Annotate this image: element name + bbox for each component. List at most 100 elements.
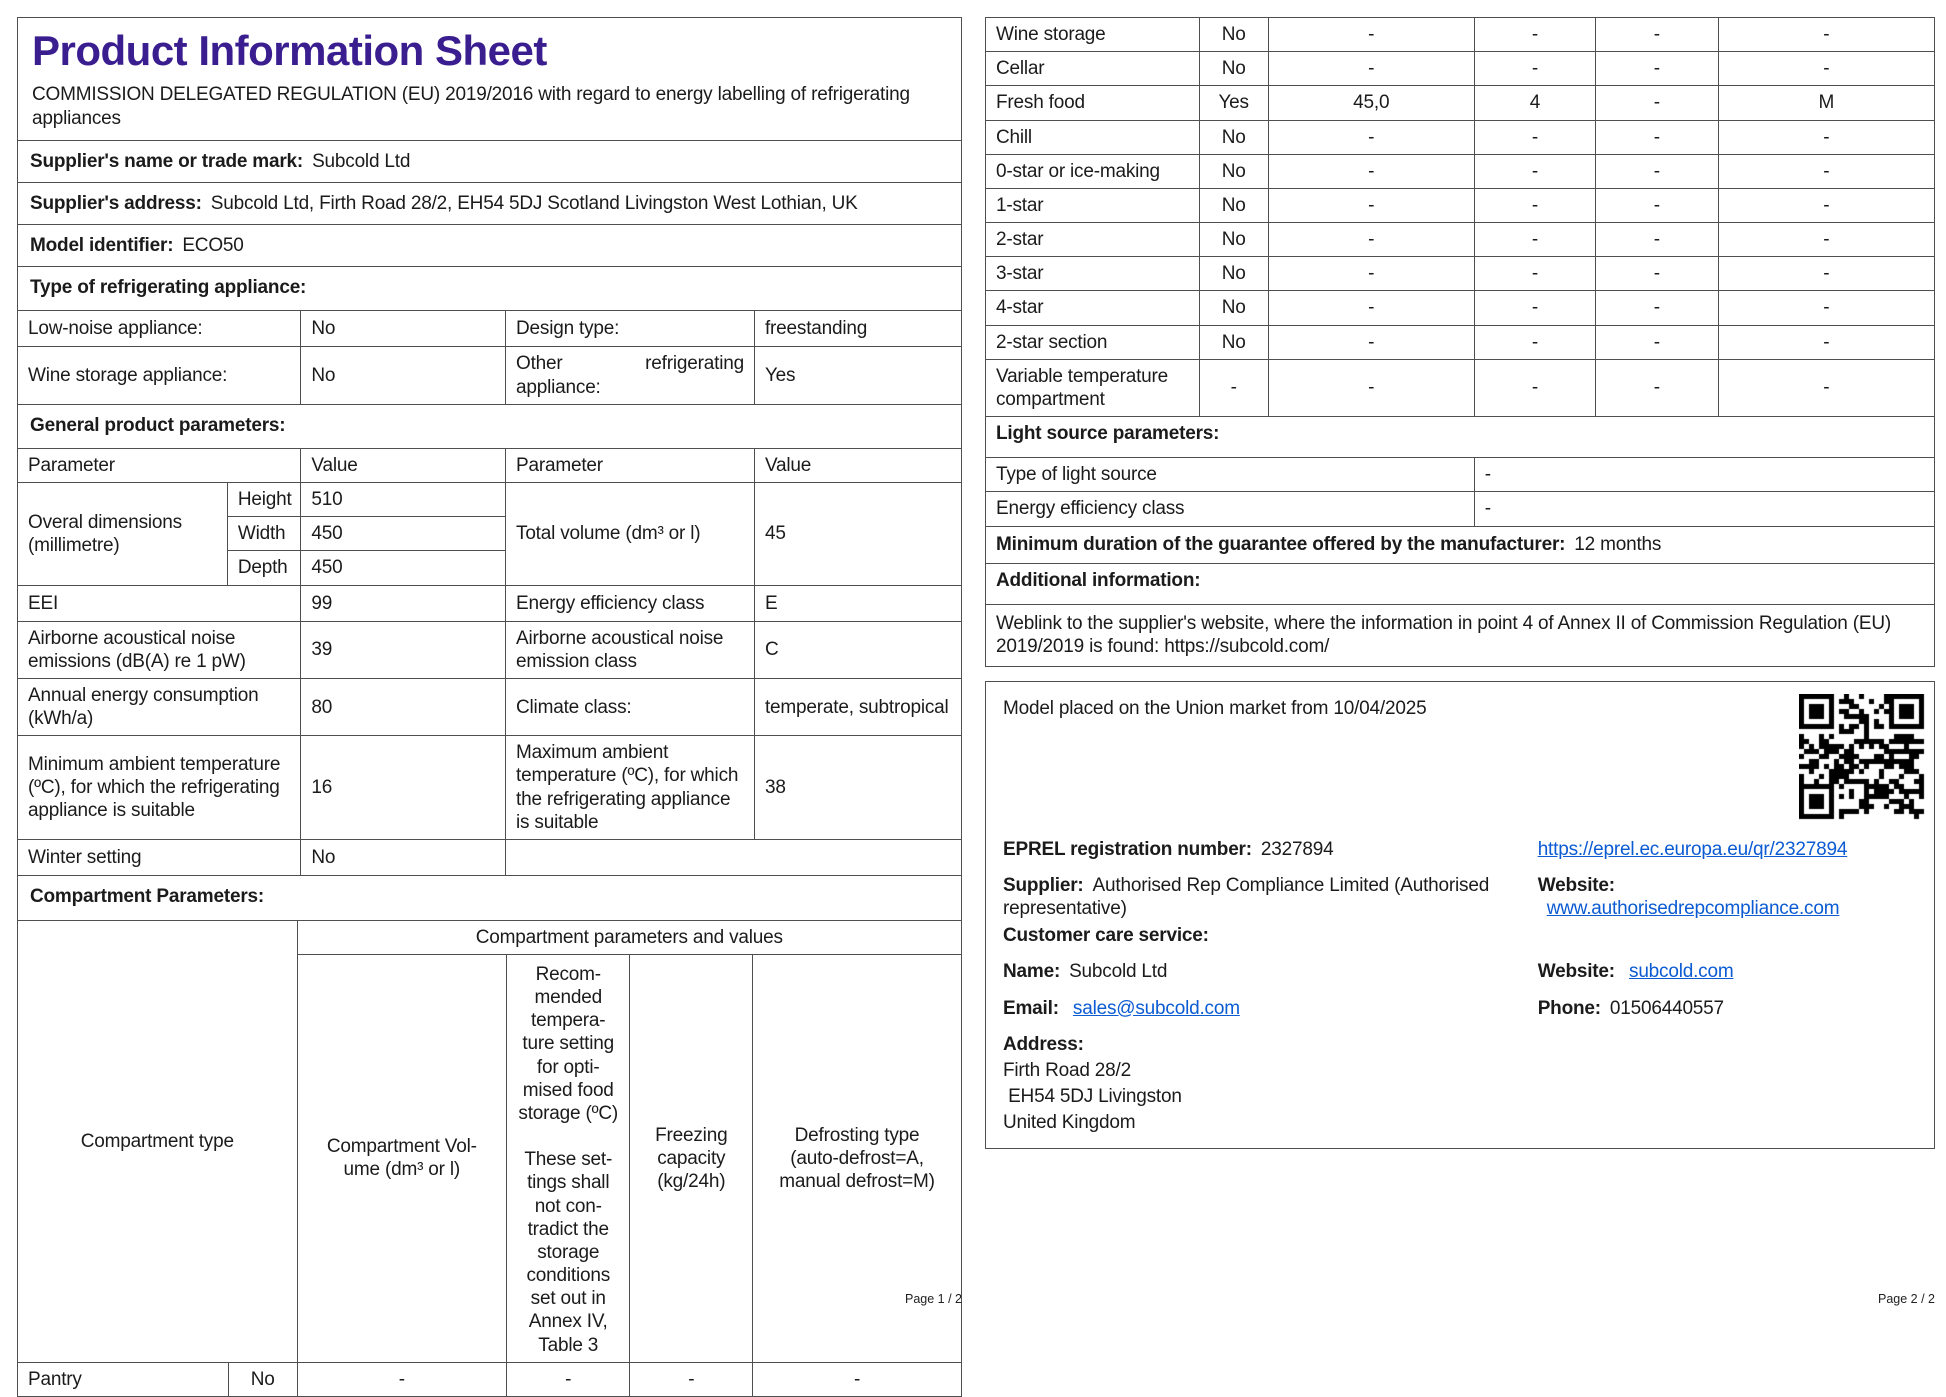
param-label: Wine storage appliance: (18, 346, 301, 404)
care-name-left: Name: Subcold Ltd (1003, 960, 1538, 983)
care-phone-right: Phone: 01506440557 (1538, 997, 1917, 1020)
email-label: Email: (1003, 997, 1059, 1019)
column-header: Value (753, 448, 961, 483)
address-line: United Kingdom (1003, 1112, 1136, 1134)
supplier-name-value: Subcold Ltd (312, 150, 411, 172)
param-label: Energy efficiency class (505, 585, 755, 622)
table-row: Wine storage No - - - - (986, 17, 1935, 52)
compartment-volume: 45,0 (1267, 85, 1475, 121)
table-row: Overal dimensions (millimetre) Height 51… (18, 482, 961, 585)
model-identifier-label: Model identifier: (30, 235, 174, 257)
param-label: Airborne acoustical noise emissions (dB(… (18, 620, 301, 679)
compartment-label: Chill (985, 119, 1200, 155)
param-value: 99 (300, 585, 506, 622)
general-parameters-table: EEI 99 Energy efficiency class E Airborn… (18, 584, 961, 876)
model-identifier-value: ECO50 (182, 235, 244, 257)
eprel-link[interactable]: https://eprel.ec.europa.eu/qr/2327894 (1538, 839, 1848, 860)
compartment-present: No (1198, 17, 1269, 52)
table-row: 2-star No - - - - (985, 222, 1935, 257)
supplier-address-row: Supplier's address: Subcold Ltd, Firth Ro… (18, 181, 961, 224)
supplier-name-row: Supplier's name or trade mark: Subcold Lt… (18, 139, 961, 182)
address-block: Address: Firth Road 28/2 EH54 5DJ Living… (1003, 1033, 1917, 1135)
table-row: 0-star or ice-making No - - - - (985, 153, 1935, 189)
appliance-type-table: Low-noise appliance: No Design type: fre… (18, 310, 961, 404)
eprel-value: 2327894 (1260, 838, 1334, 860)
compartment-freezing: - (1595, 119, 1719, 155)
eprel-right: https://eprel.ec.europa.eu/qr/2327894 (1538, 838, 1917, 861)
table-row: Energy efficiency class - (985, 491, 1935, 527)
compartment-label: 0-star or ice-making (985, 153, 1200, 189)
page1-footer: Page 1 / 2 (905, 1292, 962, 1306)
general-parameters-header: Parameter Value Parameter Value (18, 447, 961, 483)
compartment-freezing: - (1595, 358, 1719, 417)
param-value: 16 (300, 735, 506, 840)
compartment-temp: - (1473, 17, 1596, 52)
compartment-volume: - (1267, 256, 1475, 291)
light-param-value: - (1473, 491, 1935, 527)
table-row: Compartment type Compartment parameters … (18, 920, 961, 1152)
compartment-table: Compartment type Compartment parameters … (18, 919, 961, 1396)
address-line: Firth Road 28/2 (1003, 1059, 1131, 1081)
compartment-defrost: - (1717, 222, 1935, 257)
table-row: EEI 99 Energy efficiency class E (18, 585, 961, 622)
table-row: Airborne acoustical noise emissions (dB(… (18, 620, 961, 679)
table-row: Minimum ambient temperature (ºC), for wh… (18, 735, 961, 840)
supplier-row: Supplier: Authorised Rep Compliance Limit… (1003, 874, 1917, 920)
compartment-label: 2-star section (985, 324, 1200, 360)
compartment-volume: - (1267, 358, 1475, 417)
phone-value: 01506440557 (1609, 997, 1724, 1019)
email-link[interactable]: sales@subcold.com (1073, 998, 1240, 1019)
compartment-freezing: - (1595, 324, 1719, 360)
param-label: EEI (28, 592, 59, 614)
compartment-volume: - (1267, 119, 1475, 155)
empty-cell (505, 838, 961, 876)
compartment-present: No (1198, 187, 1269, 223)
light-param-label: Type of light source (985, 457, 1475, 492)
param-label: Winter setting (18, 838, 301, 876)
compartment-defrost: - (1717, 187, 1935, 223)
page-header: Product Information Sheet COMMISSION DEL… (18, 18, 961, 140)
compartment-present: No (1198, 153, 1269, 189)
supplier-address-label: Supplier's address: (30, 192, 202, 214)
supplier-name-label: Supplier's name or trade mark: (30, 150, 304, 172)
table-row: Winter setting No (18, 838, 961, 876)
table-row: Chill No - - - - (985, 119, 1935, 155)
compartment-volume: - (296, 1361, 507, 1396)
param-label: Climate class: (505, 677, 755, 736)
compartment-defrost: - (1717, 358, 1935, 417)
column-header: Value (300, 448, 506, 483)
care-name-row: Name: Subcold Ltd Website: subcold.com (1003, 960, 1917, 983)
param-label: Airborne acoustical noise emission class (505, 620, 755, 679)
param-value: 38 (753, 735, 961, 840)
param-value: E (753, 585, 961, 622)
compartment-defrost: - (1717, 256, 1935, 291)
compartment-label: 4-star (985, 290, 1200, 326)
supplier-right: Website: www.authorisedrepcompliance.com (1538, 874, 1917, 920)
dimensions-table: Overal dimensions (millimetre) Height 51… (18, 482, 961, 585)
compartment-present: No (1198, 119, 1269, 155)
care-email-left: Email: sales@subcold.com (1003, 997, 1538, 1020)
compartment-temp: - (505, 1361, 630, 1396)
compartment-label: 3-star (985, 256, 1200, 291)
compartment-temp: - (1473, 51, 1596, 86)
website-label: Website: (1537, 874, 1615, 896)
page-title: Product Information Sheet (32, 27, 547, 74)
compartment-label: Cellar (985, 51, 1200, 86)
guarantee-value: 12 months (1574, 533, 1662, 555)
market-date-text: Model placed on the Union market from 10… (1003, 697, 1427, 719)
compartment-temp: - (1473, 222, 1596, 257)
compartment-defrost: - (1717, 290, 1935, 326)
compartment-freezing: - (1595, 85, 1719, 121)
supplier-website-link[interactable]: www.authorisedrepcompliance.com (1547, 898, 1840, 919)
supplier-address-value: Subcold Ltd, Firth Road 28/2, EH54 5DJ S… (210, 192, 858, 214)
weblink-text: Weblink to the supplier's website, where… (985, 603, 1935, 667)
compartment-present: No (1198, 51, 1269, 86)
compartment-defrost: - (1717, 17, 1935, 52)
care-website-link[interactable]: subcold.com (1629, 961, 1734, 982)
regulation-subtitle: COMMISSION DELEGATED REGULATION (EU) 201… (32, 84, 910, 129)
market-info-box: Model placed on the Union market from 10… (985, 680, 1935, 1150)
guarantee-label: Minimum duration of the guarantee offere… (996, 533, 1566, 555)
compartment-section-header: Compartment Parameters: (18, 875, 961, 919)
page-2: Wine storage No - - - - Cellar No - - - … (985, 17, 1935, 1150)
compartment-temp: - (1473, 119, 1596, 155)
